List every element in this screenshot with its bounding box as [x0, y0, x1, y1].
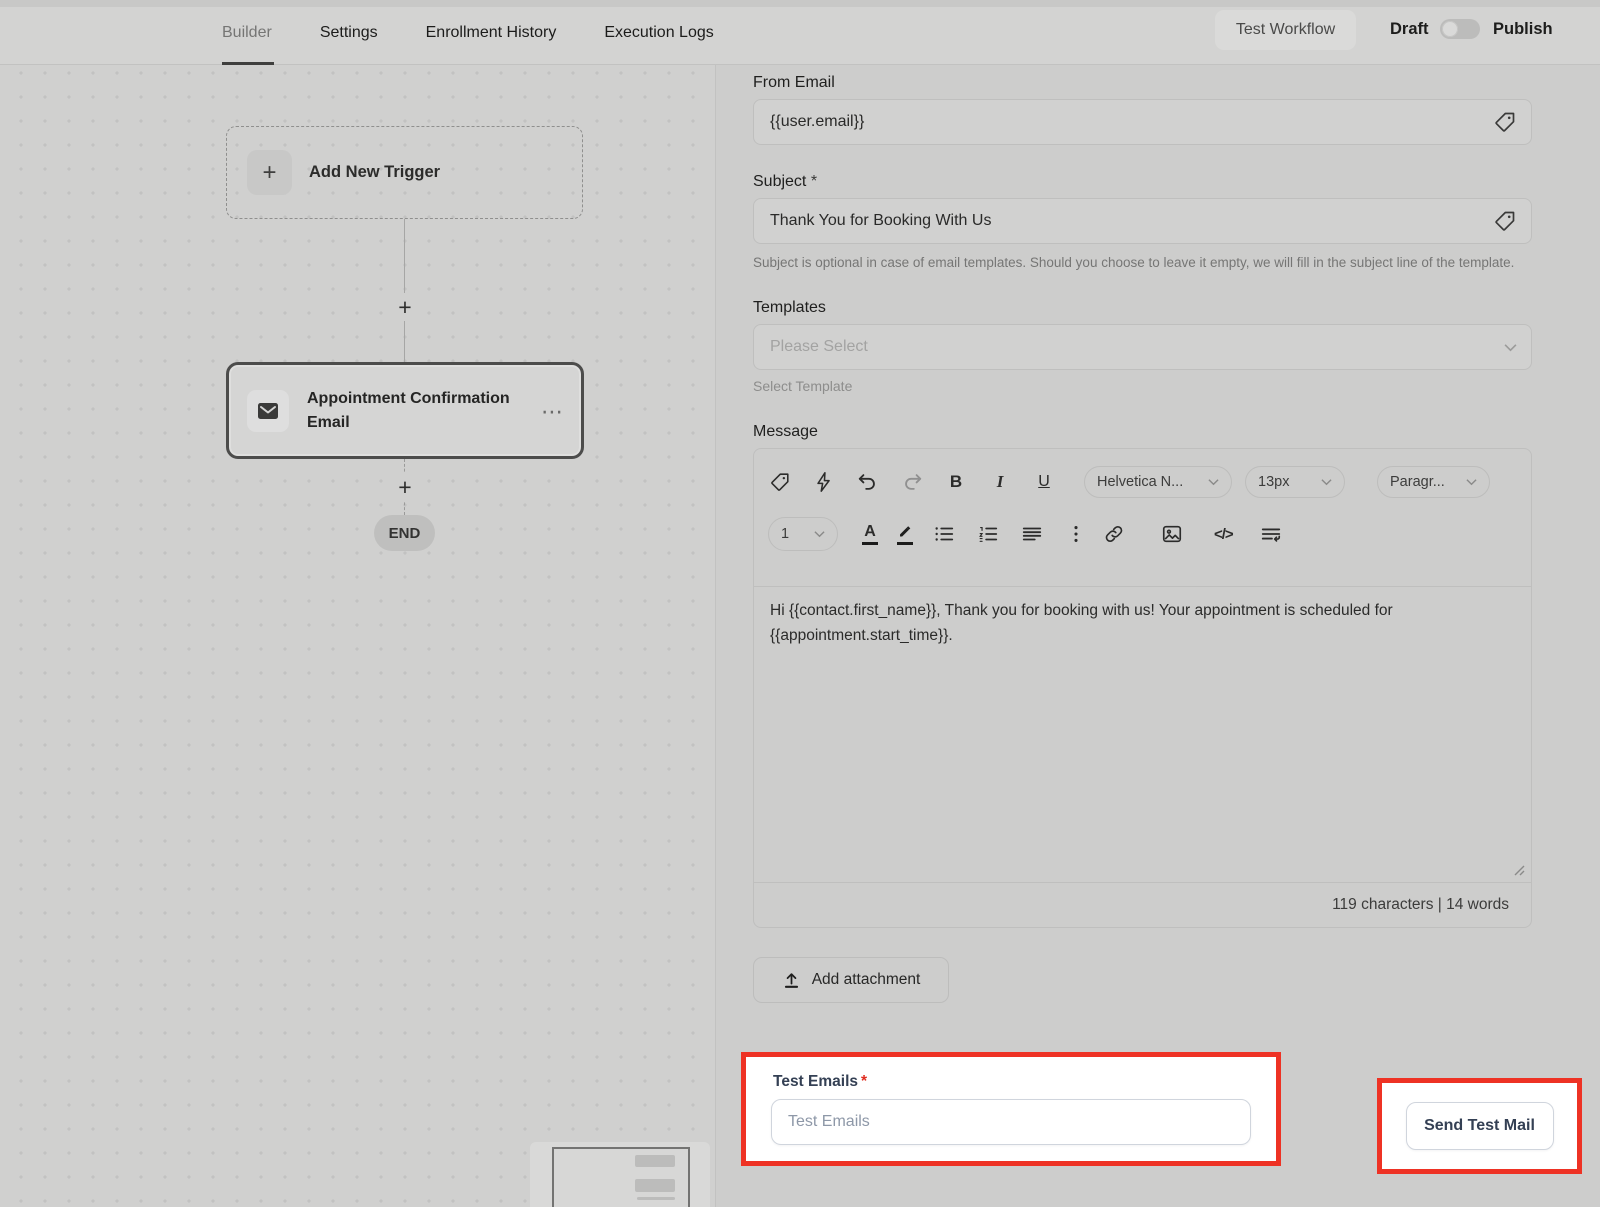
tab-enrollment-history[interactable]: Enrollment History: [426, 24, 557, 42]
font-size-dropdown[interactable]: 13px: [1245, 466, 1345, 498]
chevron-down-icon: [1466, 478, 1477, 486]
underline-button[interactable]: U: [1032, 470, 1056, 494]
subject-label: Subject *: [753, 172, 1532, 191]
connector-line: [404, 219, 405, 362]
test-emails-highlight-box: Test Emails*: [741, 1052, 1281, 1166]
add-attachment-button[interactable]: Add attachment: [753, 957, 949, 1003]
message-editor: B I U Helvetica N... 13px Paragr...: [753, 448, 1532, 928]
document-illustration: [530, 1142, 710, 1207]
from-email-input[interactable]: [770, 113, 1493, 131]
tag-icon[interactable]: [1493, 110, 1517, 134]
editor-footer: 119 characters | 14 words: [754, 883, 1531, 927]
image-icon[interactable]: [1160, 522, 1184, 546]
subject-field-wrap: [753, 198, 1532, 244]
tab-execution-logs[interactable]: Execution Logs: [604, 24, 713, 42]
test-emails-label: Test Emails*: [773, 1073, 867, 1091]
add-new-trigger-button[interactable]: + Add New Trigger: [226, 126, 583, 219]
subject-input[interactable]: [770, 212, 1493, 230]
character-count: 119 characters | 14 words: [1332, 896, 1509, 914]
numbered-list-icon[interactable]: [976, 522, 1000, 546]
add-step-button[interactable]: +: [391, 473, 419, 501]
toggle-knob: [1442, 21, 1458, 37]
upload-icon: [782, 971, 801, 990]
from-email-label: From Email: [753, 73, 1532, 92]
chevron-down-icon: [814, 530, 825, 538]
from-email-field-wrap: [753, 99, 1532, 145]
tab-settings[interactable]: Settings: [320, 24, 378, 42]
node-title: Appointment Confirmation Email: [307, 387, 525, 435]
end-badge: END: [374, 515, 435, 551]
tab-builder[interactable]: Builder: [222, 24, 272, 42]
active-tab-indicator: [222, 62, 274, 65]
italic-button[interactable]: I: [988, 470, 1012, 494]
nav-tabs: Builder Settings Enrollment History Exec…: [222, 24, 714, 42]
align-justify-icon[interactable]: [1020, 522, 1044, 546]
required-mark: *: [861, 1073, 867, 1090]
redo-icon[interactable]: [900, 470, 924, 494]
text-wrap-icon[interactable]: [1259, 522, 1283, 546]
document-illustration-page: [552, 1147, 690, 1207]
chevron-down-icon: [1504, 343, 1517, 352]
trigger-label: Add New Trigger: [309, 163, 440, 182]
link-icon[interactable]: [1102, 522, 1126, 546]
plus-icon: +: [247, 150, 292, 195]
send-test-mail-highlight-box: Send Test Mail: [1377, 1078, 1582, 1174]
templates-select[interactable]: Please Select: [753, 324, 1532, 370]
workflow-canvas[interactable]: + Add New Trigger + Appointment Confirma…: [0, 65, 715, 1207]
test-emails-input[interactable]: [771, 1099, 1251, 1145]
email-settings-panel: From Email Subject * Subject is optio: [715, 65, 1600, 1207]
paragraph-style-dropdown[interactable]: Paragr...: [1377, 466, 1490, 498]
tag-icon[interactable]: [768, 470, 792, 494]
workflow-builder-app: Builder Settings Enrollment History Exec…: [0, 0, 1600, 1207]
publish-label: Publish: [1493, 20, 1553, 39]
publish-toggle[interactable]: [1440, 19, 1480, 39]
line-height-dropdown[interactable]: 1: [768, 517, 838, 551]
test-workflow-button[interactable]: Test Workflow: [1215, 10, 1356, 50]
resize-handle[interactable]: [1510, 861, 1525, 876]
required-mark: *: [811, 173, 817, 190]
chevron-down-icon: [1208, 478, 1219, 486]
message-label: Message: [753, 422, 1532, 441]
add-step-button[interactable]: +: [391, 293, 419, 321]
message-body[interactable]: Hi {{contact.first_name}}, Thank you for…: [754, 587, 1531, 883]
templates-helper-text: Select Template: [753, 378, 1532, 394]
bullet-list-icon[interactable]: [932, 522, 956, 546]
more-options-icon[interactable]: [1064, 522, 1088, 546]
editor-toolbar: B I U Helvetica N... 13px Paragr...: [754, 449, 1531, 587]
email-icon: [247, 390, 289, 432]
tag-icon[interactable]: [1493, 209, 1517, 233]
chevron-down-icon: [1321, 478, 1332, 486]
lightning-icon[interactable]: [812, 470, 836, 494]
undo-icon[interactable]: [856, 470, 880, 494]
node-menu-ellipsis-icon[interactable]: ⋯: [541, 399, 565, 425]
draft-label: Draft: [1390, 20, 1429, 39]
message-text: Hi {{contact.first_name}}, Thank you for…: [770, 598, 1510, 648]
templates-label: Templates: [753, 298, 1532, 317]
subject-helper-text: Subject is optional in case of email tem…: [753, 252, 1523, 273]
bold-button[interactable]: B: [944, 470, 968, 494]
font-family-dropdown[interactable]: Helvetica N...: [1084, 466, 1232, 498]
code-icon[interactable]: </>: [1214, 526, 1233, 543]
send-test-mail-button[interactable]: Send Test Mail: [1406, 1102, 1554, 1150]
highlight-color-button[interactable]: [896, 523, 914, 545]
workflow-node-email[interactable]: Appointment Confirmation Email ⋯: [226, 362, 584, 459]
text-color-button[interactable]: A: [862, 523, 878, 545]
templates-placeholder: Please Select: [770, 338, 868, 356]
top-navbar: Builder Settings Enrollment History Exec…: [0, 0, 1600, 65]
window-top-strip: [0, 0, 1600, 7]
